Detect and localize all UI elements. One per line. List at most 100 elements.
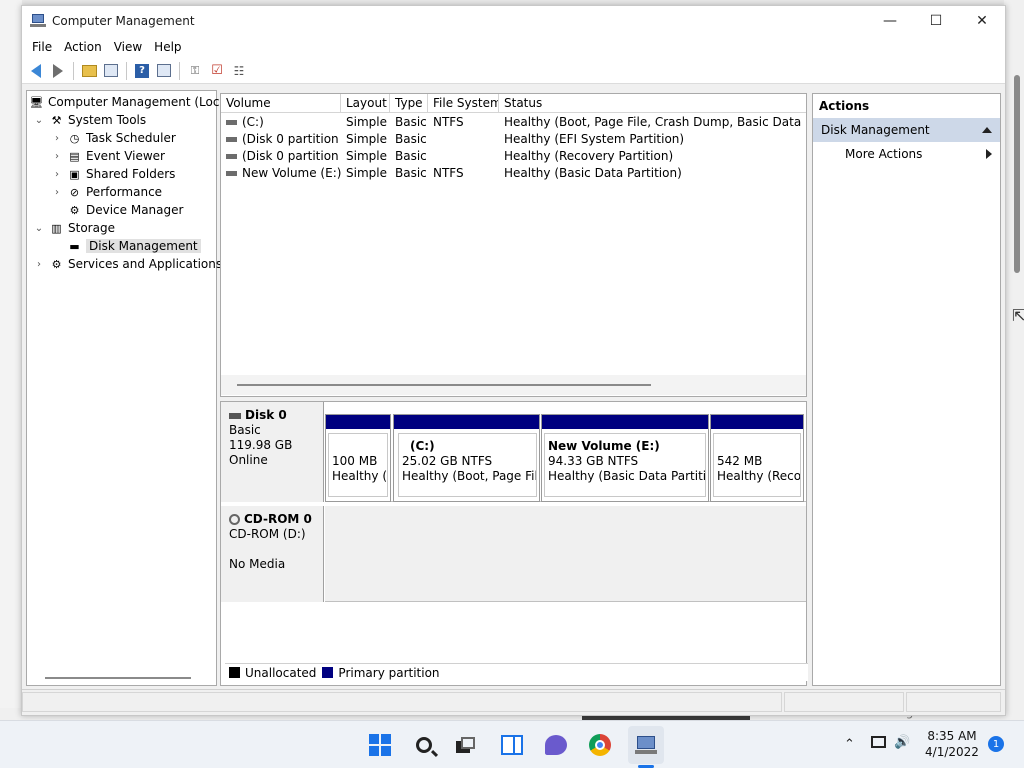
column-header-volume[interactable]: Volume [221,94,341,112]
table-row[interactable]: (Disk 0 partition 4) Simple Basic Health… [221,147,806,164]
cell-layout: Simple [346,114,387,129]
desktop-background-left [0,0,22,720]
center-pane: Volume Layout Type File System Status (C… [220,93,808,686]
maximize-button[interactable]: ☐ [913,6,959,36]
computer-management-window: Computer Management — ☐ ✕ File Action Vi… [21,5,1006,716]
chrome-button[interactable] [584,729,616,761]
primary-partition-bar [711,415,803,429]
search-button[interactable] [408,729,440,761]
collapse-chevron-icon[interactable]: ⌄ [33,115,45,126]
background-scrollbar-thumb[interactable] [1014,75,1020,273]
console-tree-icon [104,64,118,77]
connect-button[interactable]: ⚿ [185,61,205,81]
column-header-status[interactable]: Status [499,94,806,112]
expand-chevron-icon[interactable]: › [51,133,63,144]
more-actions-item[interactable]: More Actions [813,142,1000,166]
show-hide-tree-button[interactable] [101,61,121,81]
computer-management-app-icon [30,14,46,28]
partition-size: 542 MB [717,454,763,468]
volume-icon[interactable]: 🔊 [894,735,910,750]
partition-c[interactable]: (C:) 25.02 GB NTFS Healthy (Boot, Page F… [393,414,540,502]
show-hide-action-pane-button[interactable] [154,61,174,81]
title-bar[interactable]: Computer Management — ☐ ✕ [22,6,1005,36]
disk-management-icon: ▬ [69,239,80,253]
help-button[interactable]: ? [132,61,152,81]
disk-0-type: Basic [229,423,261,437]
expand-chevron-icon[interactable]: › [33,259,45,270]
chat-icon [545,735,567,755]
partition-status: Healthy (Boot, Page File, C [402,469,536,483]
table-row[interactable]: (C:) Simple Basic NTFS Healthy (Boot, Pa… [221,113,806,130]
volume-list-horizontal-scrollbar[interactable] [237,384,651,386]
collapse-triangle-icon[interactable] [982,127,992,133]
partition-recovery[interactable]: 542 MB Healthy (Recov [710,414,804,502]
network-icon[interactable] [871,736,886,748]
tree-item-task-scheduler[interactable]: › ◷ Task Scheduler [51,129,176,147]
tree-item-storage[interactable]: ⌄ ▥ Storage [33,219,115,237]
computer-management-icon [635,734,657,756]
toolbar-separator [126,61,127,80]
menu-file[interactable]: File [26,40,58,54]
cdrom-0-label[interactable]: CD-ROM 0 CD-ROM (D:) No Media [221,506,324,602]
partition-size: 100 MB [332,454,378,468]
disk-0-label[interactable]: Disk 0 Basic 119.98 GB Online [221,402,324,502]
up-one-level-button[interactable] [79,61,99,81]
menu-bar: File Action View Help [22,36,1005,58]
tree-item-services-and-applications[interactable]: › ⚙ Services and Applications [33,255,222,273]
partition-e[interactable]: New Volume (E:) 94.33 GB NTFS Healthy (B… [541,414,709,502]
menu-help[interactable]: Help [148,40,187,54]
column-header-type[interactable]: Type [390,94,428,112]
system-clock[interactable]: 8:35 AM 4/1/2022 [924,728,980,760]
expand-chevron-icon[interactable]: › [51,169,63,180]
menu-view[interactable]: View [108,40,148,54]
properties-icon: ☷ [233,63,245,78]
actions-section-disk-management[interactable]: Disk Management [813,118,1000,142]
expand-chevron-icon[interactable]: › [51,151,63,162]
tree-item-disk-management[interactable]: ▬ Disk Management [67,237,201,255]
column-header-file-system[interactable]: File System [428,94,499,112]
forward-button[interactable] [48,61,68,81]
disk-map: Disk 0 Basic 119.98 GB Online 100 MB Hea… [220,401,808,686]
expand-chevron-icon[interactable]: › [51,187,63,198]
partition-status: Healthy (Basic Data Partition) [548,469,706,483]
check-button[interactable]: ☑ [207,61,227,81]
primary-partition-bar [394,415,539,429]
collapse-chevron-icon[interactable]: ⌄ [33,223,45,234]
cell-layout: Simple [346,131,387,146]
show-hidden-icons-chevron-icon[interactable]: ⌃ [844,737,855,752]
taskbar: ⌃ 🔊 8:35 AM 4/1/2022 1 [0,720,1024,768]
chat-button[interactable] [540,729,572,761]
start-button[interactable] [364,729,396,761]
toolbar: ? ⚿ ☑ ☷ [22,58,1005,84]
menu-action[interactable]: Action [58,40,108,54]
notification-badge[interactable]: 1 [988,736,1004,752]
console-tree-pane: 🖥 Computer Management (Local ⌄ ⚒ System … [26,90,230,686]
tree-item-device-manager[interactable]: ⚙ Device Manager [67,201,184,219]
partition-efi[interactable]: 100 MB Healthy (E [325,414,391,502]
task-view-button[interactable] [450,729,482,761]
close-button[interactable]: ✕ [959,6,1005,36]
clock-icon: ◷ [69,131,80,145]
partition-size: 25.02 GB NTFS [402,454,493,468]
table-row[interactable]: (Disk 0 partition 1) Simple Basic Health… [221,130,806,147]
tree-item-root[interactable]: 🖥 Computer Management (Local [29,93,231,111]
chrome-icon [589,734,611,756]
tree-item-system-tools[interactable]: ⌄ ⚒ System Tools [33,111,146,129]
tree-item-performance[interactable]: › ⊘ Performance [51,183,162,201]
tree-item-shared-folders[interactable]: › ▣ Shared Folders [51,165,175,183]
search-icon [416,737,432,753]
volume-icon [226,153,237,159]
computer-management-taskbar-button[interactable] [630,729,662,761]
clock-time: 8:35 AM [927,729,977,743]
tree-horizontal-scrollbar[interactable] [45,677,191,679]
minimize-button[interactable]: — [867,6,913,36]
column-header-layout[interactable]: Layout [341,94,390,112]
cell-type: Basic [395,165,427,180]
table-row[interactable]: New Volume (E:) Simple Basic NTFS Health… [221,164,806,181]
widgets-button[interactable] [496,729,528,761]
performance-icon: ⊘ [69,185,80,199]
cdrom-0-area[interactable] [325,506,806,602]
properties-button[interactable]: ☷ [229,61,249,81]
back-button[interactable] [26,61,46,81]
tree-item-event-viewer[interactable]: › ▤ Event Viewer [51,147,165,165]
